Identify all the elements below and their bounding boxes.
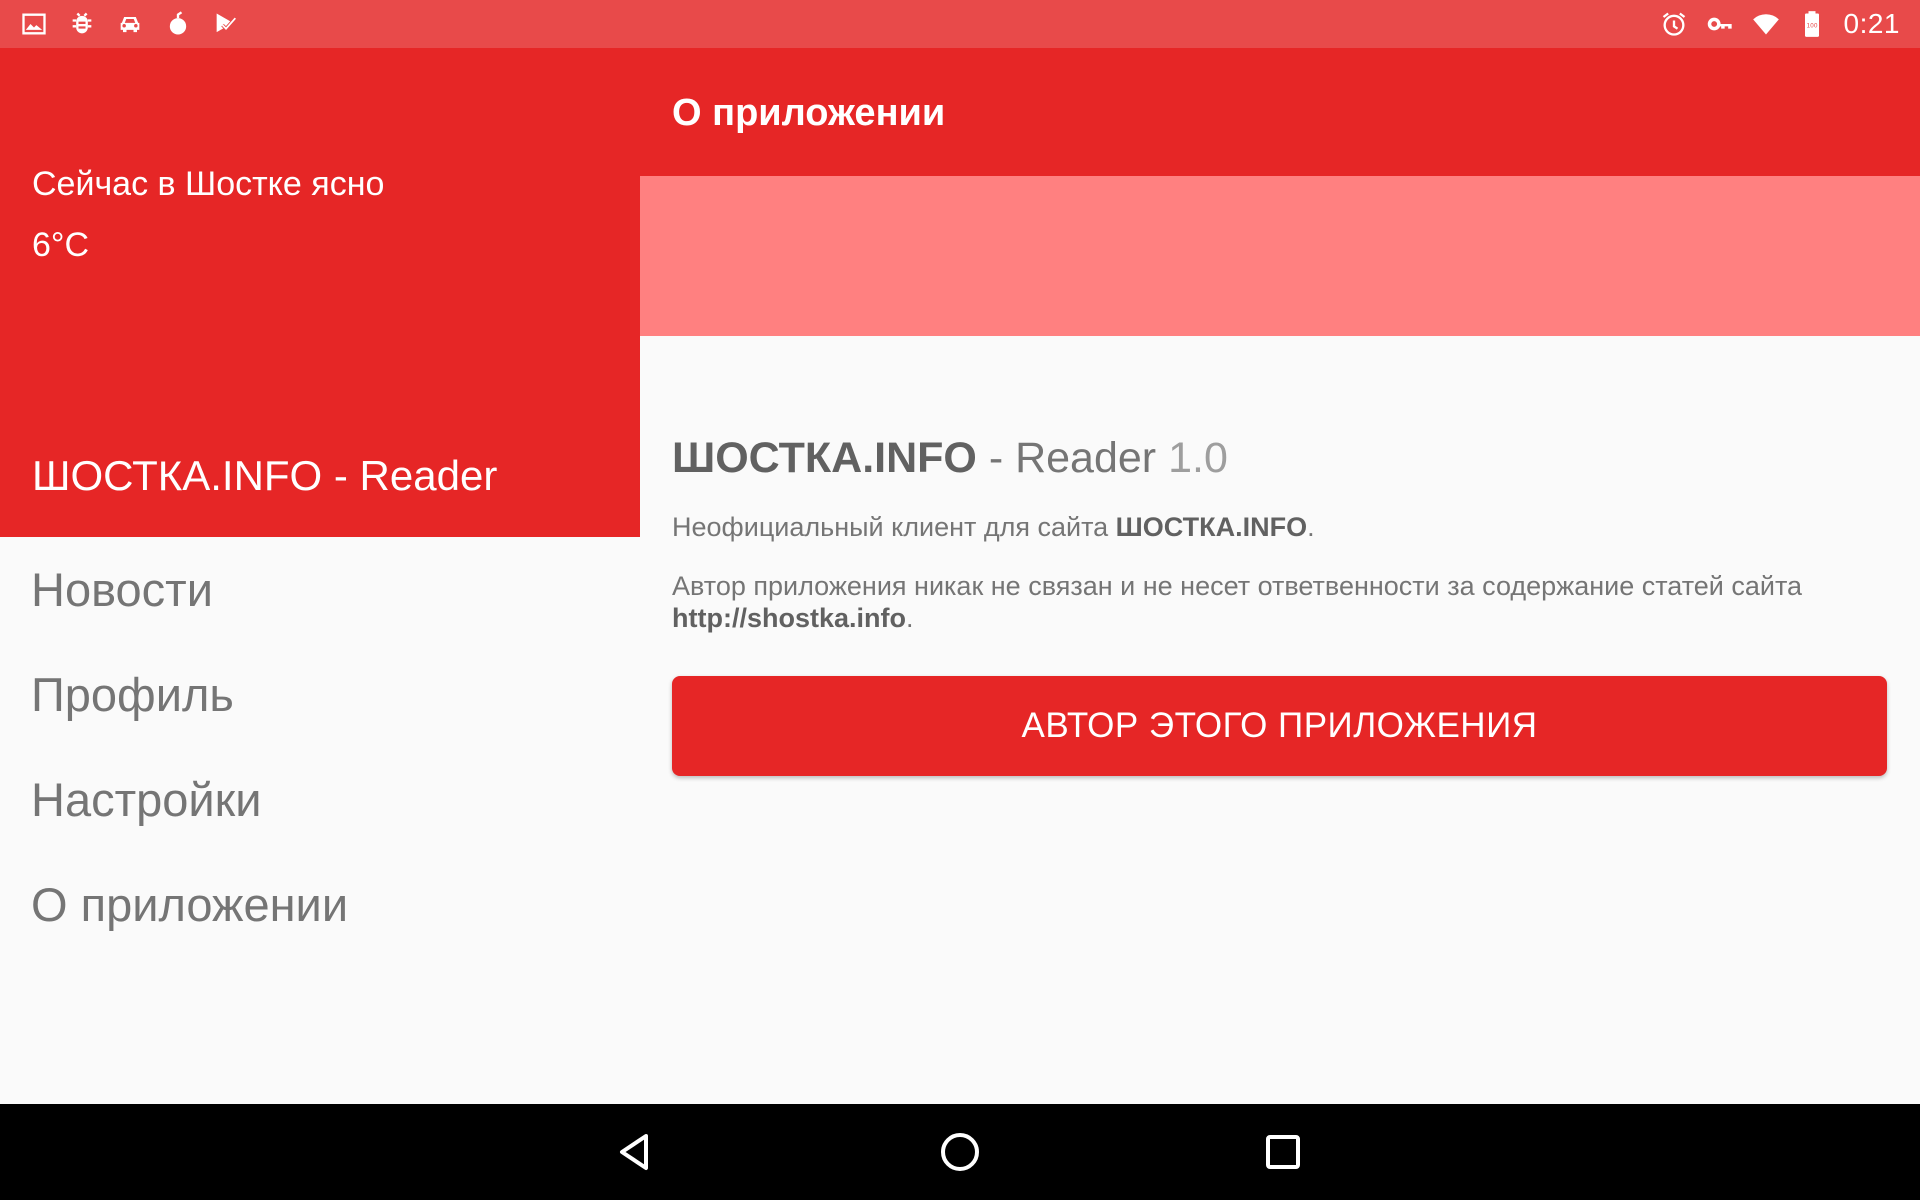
system-navigation-bar (0, 1104, 1920, 1200)
status-bar: 100 0:21 (0, 0, 1920, 48)
app-version: 1.0 (1168, 434, 1228, 482)
weather-status: Сейчас в Шостке ясно (32, 165, 385, 203)
menu-item-settings[interactable]: Настройки (0, 747, 640, 852)
description-text: Неофициальный клиент для сайта (672, 512, 1116, 542)
drawer-menu: Новости Профиль Настройки О приложении (0, 537, 640, 957)
battery-icon: 100 (1798, 10, 1826, 38)
car-icon (116, 10, 144, 38)
image-icon (20, 10, 48, 38)
description-end: . (1307, 512, 1315, 542)
about-app-title: ШОСТКА.INFO - Reader 1.0 (672, 434, 1228, 483)
wifi-icon (1752, 10, 1780, 38)
system-icons: 100 0:21 (1660, 0, 1901, 48)
drawer-header: Сейчас в Шостке ясно 6°C ШОСТКА.INFO - R… (0, 48, 640, 537)
drawer-app-title: ШОСТКА.INFO - Reader (32, 452, 498, 499)
menu-item-profile[interactable]: Профиль (0, 642, 640, 747)
navigation-drawer: Сейчас в Шостке ясно 6°C ШОСТКА.INFO - R… (0, 48, 640, 1104)
home-icon[interactable] (932, 1124, 988, 1180)
page-title: О приложении (672, 92, 946, 134)
bomb-icon (164, 10, 192, 38)
recents-icon[interactable] (1255, 1124, 1311, 1180)
weather-temperature: 6°C (32, 226, 90, 264)
menu-item-news[interactable]: Новости (0, 537, 640, 642)
app-name-suffix: - Reader (976, 434, 1169, 482)
about-description: Неофициальный клиент для сайта ШОСТКА.IN… (672, 512, 1315, 543)
site-link[interactable]: http://shostka.info (672, 603, 906, 633)
about-content: ШОСТКА.INFO - Reader 1.0 Неофициальный к… (640, 336, 1920, 1104)
clock: 0:21 (1843, 8, 1900, 39)
disclaimer-end: . (905, 603, 914, 633)
svg-text:100: 100 (1806, 24, 1817, 30)
disclaimer-text: Автор приложения никак не связан и не не… (672, 571, 1803, 601)
app-name: ШОСТКА.INFO (672, 434, 977, 482)
play-check-icon (212, 10, 240, 38)
header-banner (640, 176, 1920, 336)
vpn-key-icon (1706, 10, 1734, 38)
author-button[interactable]: АВТОР ЭТОГО ПРИЛОЖЕНИЯ (672, 676, 1887, 776)
app-toolbar: О приложении (640, 48, 1920, 176)
bug-icon (68, 10, 96, 38)
notification-icons (20, 0, 240, 48)
back-icon[interactable] (608, 1124, 664, 1180)
about-disclaimer: Автор приложения никак не связан и не не… (672, 570, 1902, 634)
description-site: ШОСТКА.INFO (1115, 512, 1308, 542)
menu-item-about[interactable]: О приложении (0, 852, 640, 957)
alarm-icon (1660, 10, 1688, 38)
